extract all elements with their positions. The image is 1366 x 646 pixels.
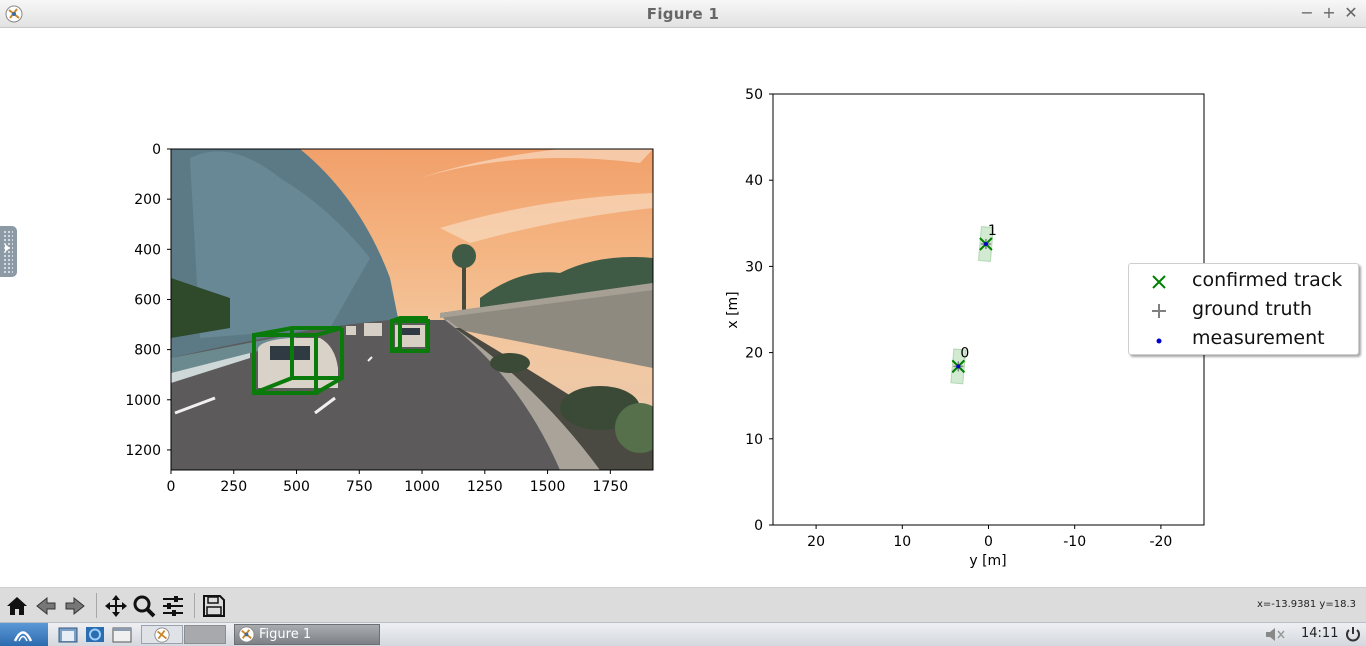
x-tick-label: 20 — [807, 534, 825, 550]
x-tick-label: 1500 — [530, 479, 566, 495]
y-tick-label: 10 — [745, 432, 763, 448]
start-logo-icon — [13, 631, 33, 642]
y-tick-label: 40 — [745, 173, 763, 189]
y-tick-label: 400 — [134, 242, 161, 258]
power-icon[interactable] — [1344, 625, 1362, 644]
window-titlebar: Figure 1 − + ✕ — [0, 0, 1366, 28]
measurement-marker — [956, 364, 961, 369]
birdseye-y-ticks: 0 10 20 30 40 50 — [745, 87, 773, 534]
x-tick-label: 250 — [220, 479, 247, 495]
image-x-ticks: 0 250 500 750 1000 1250 1500 1750 — [167, 470, 629, 495]
y-tick-label: 0 — [754, 518, 763, 534]
taskbar-item-figure[interactable]: Figure 1 — [234, 624, 380, 645]
toolbar-separator — [96, 593, 97, 618]
maximize-button[interactable]: + — [1320, 3, 1338, 23]
y-tick-label: 200 — [134, 192, 161, 208]
y-tick-label: 30 — [745, 259, 763, 275]
cursor-coordinates: x=-13.9381 y=18.3 — [1257, 599, 1356, 610]
legend-item-confirmed-track: confirmed track — [1129, 267, 1360, 296]
y-tick-label: 0 — [152, 142, 161, 158]
home-icon[interactable] — [4, 594, 30, 618]
x-tick-label: 500 — [283, 479, 310, 495]
x-tick-label: 750 — [346, 479, 373, 495]
legend-item-measurement: measurement — [1129, 325, 1360, 354]
x-tick-label: 1000 — [404, 479, 440, 495]
file-manager-icon[interactable] — [57, 625, 79, 644]
plus-marker-icon — [1152, 304, 1166, 318]
app-icon — [154, 627, 170, 643]
window-title: Figure 1 — [646, 5, 720, 23]
clock: 14:11 — [1301, 626, 1339, 641]
image-y-ticks: 0 200 400 600 800 1000 1200 — [125, 142, 171, 459]
x-axis-label: y [m] — [969, 553, 1006, 569]
legend-label: measurement — [1192, 327, 1325, 349]
track-id-label: 0 — [960, 345, 969, 361]
y-tick-label: 1200 — [125, 443, 161, 459]
y-tick-label: 50 — [745, 87, 763, 103]
x-tick-label: 0 — [167, 479, 176, 495]
desktop-pager-1[interactable] — [141, 625, 183, 644]
configure-icon[interactable] — [160, 594, 186, 618]
x-tick-label: 10 — [893, 534, 911, 550]
legend: confirmed track ground truth measurement — [1128, 263, 1359, 355]
window-icon[interactable] — [111, 625, 133, 644]
x-tick-label: -10 — [1063, 534, 1086, 550]
x-tick-label: 1250 — [467, 479, 503, 495]
x-tick-label: -20 — [1149, 534, 1172, 550]
start-menu-button[interactable] — [0, 623, 48, 646]
taskbar-item-label: Figure 1 — [259, 627, 312, 642]
x-marker-icon — [1152, 275, 1166, 289]
taskbar: Figure 1 14:11 — [0, 622, 1366, 646]
save-icon[interactable] — [201, 594, 227, 618]
birdseye-x-ticks: 20 10 0 -10 -20 — [807, 525, 1172, 550]
y-tick-label: 600 — [134, 292, 161, 308]
app-icon — [238, 626, 255, 643]
zoom-icon[interactable] — [131, 594, 157, 618]
y-tick-label: 20 — [745, 346, 763, 362]
navigation-toolbar: x=-13.9381 y=18.3 — [0, 587, 1366, 622]
pan-icon[interactable] — [103, 594, 129, 618]
y-tick-label: 800 — [134, 343, 161, 359]
legend-item-ground-truth: ground truth — [1129, 296, 1360, 325]
measurement-marker — [983, 241, 988, 246]
legend-label: confirmed track — [1192, 269, 1343, 291]
minimize-button[interactable]: − — [1298, 3, 1316, 23]
y-tick-label: 1000 — [125, 393, 161, 409]
y-axis-label: x [m] — [725, 291, 741, 328]
browser-icon[interactable] — [84, 625, 106, 644]
legend-label: ground truth — [1192, 298, 1313, 320]
volume-icon[interactable] — [1263, 625, 1287, 644]
desktop-pager-2[interactable] — [184, 625, 226, 644]
track-id-label: 1 — [988, 223, 997, 239]
forward-icon[interactable] — [62, 594, 88, 618]
camera-image — [171, 149, 653, 470]
dot-marker-icon — [1156, 338, 1162, 344]
close-button[interactable]: ✕ — [1342, 3, 1360, 23]
x-tick-label: 0 — [984, 534, 993, 550]
x-tick-label: 1750 — [593, 479, 629, 495]
back-icon[interactable] — [33, 594, 59, 618]
toolbar-separator — [194, 593, 195, 618]
